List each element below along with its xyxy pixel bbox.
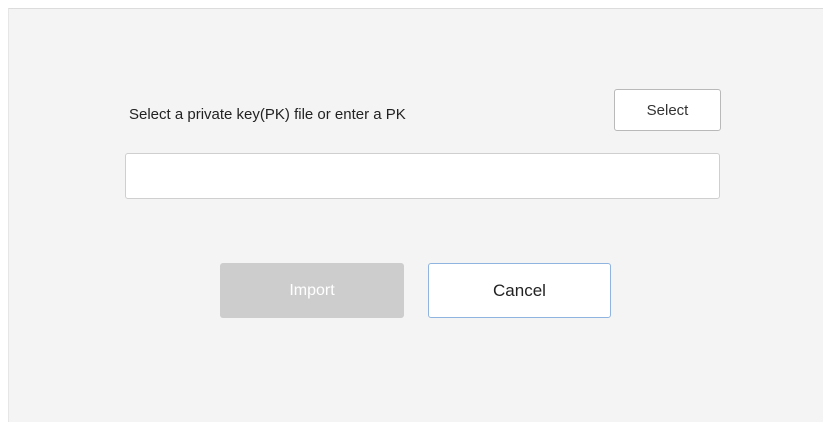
select-file-button[interactable]: Select: [614, 89, 721, 131]
pk-input[interactable]: [125, 153, 720, 199]
prompt-label: Select a private key(PK) file or enter a…: [129, 106, 406, 123]
import-button[interactable]: Import: [220, 263, 404, 318]
cancel-button[interactable]: Cancel: [428, 263, 611, 318]
import-pk-dialog: Select a private key(PK) file or enter a…: [8, 8, 823, 422]
